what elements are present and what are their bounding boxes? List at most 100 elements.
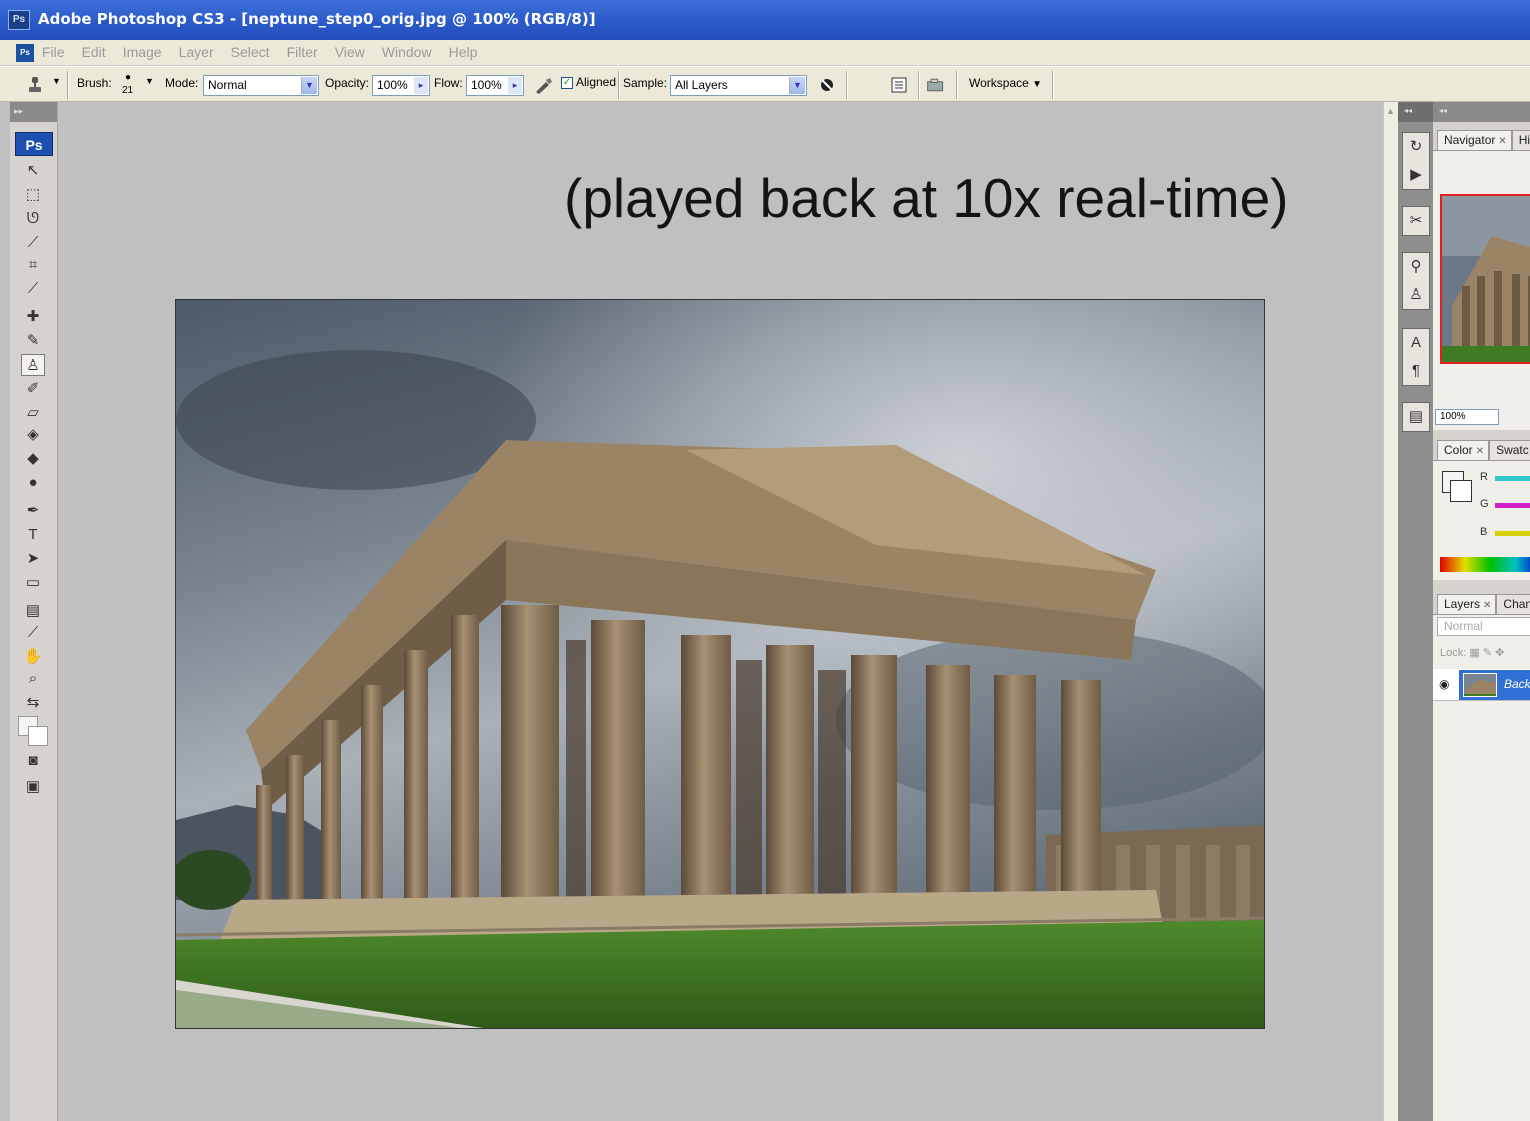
workspace-label: Workspace bbox=[969, 76, 1029, 90]
paragraph-panel-icon[interactable]: ¶ bbox=[1403, 357, 1429, 385]
document-icon[interactable]: Ps bbox=[16, 44, 34, 62]
chevron-down-icon[interactable]: ▼ bbox=[301, 77, 317, 94]
crop-tool-icon[interactable]: ⌗ bbox=[21, 254, 45, 276]
history-brush-tool-icon[interactable]: ✐ bbox=[21, 378, 45, 400]
airbrush-icon[interactable] bbox=[534, 76, 554, 94]
tool-presets-panel-icon[interactable]: ✂ bbox=[1403, 207, 1429, 235]
character-panel-icon[interactable]: A bbox=[1403, 329, 1429, 357]
dock-group-brushes: ⚲ ♙ bbox=[1402, 252, 1430, 310]
visibility-eye-icon[interactable]: ◉ bbox=[1439, 677, 1449, 691]
tab-swatches[interactable]: Swatc bbox=[1489, 440, 1530, 460]
ignore-adjustment-layers-icon[interactable] bbox=[817, 76, 837, 94]
chevron-down-icon[interactable]: ▼ bbox=[789, 77, 805, 94]
tab-navigator[interactable]: Navigator ✕ bbox=[1437, 130, 1512, 150]
brushes-panel-icon[interactable]: ⚲ bbox=[1403, 253, 1429, 281]
layer-row-background[interactable]: ◉ Back bbox=[1433, 669, 1530, 701]
clone-stamp-preset-icon[interactable] bbox=[26, 76, 46, 94]
tab-layers[interactable]: Layers ✕ bbox=[1437, 594, 1497, 614]
marquee-tool-icon[interactable]: ⬚ bbox=[21, 184, 45, 206]
opacity-value: 100% bbox=[377, 78, 408, 92]
healing-brush-tool-icon[interactable]: ✚ bbox=[21, 306, 45, 328]
sample-select[interactable]: All Layers ▼ bbox=[670, 75, 807, 96]
window-title: Adobe Photoshop CS3 - [neptune_step0_ori… bbox=[38, 10, 596, 28]
vertical-scrollbar[interactable]: ▲ bbox=[1383, 102, 1398, 1121]
opacity-field[interactable]: 100% ▸ bbox=[372, 75, 430, 96]
toolbox-grip[interactable]: ▸▸ bbox=[10, 102, 57, 122]
color-background-swatch[interactable] bbox=[1450, 480, 1472, 502]
tab-color[interactable]: Color ✕ bbox=[1437, 440, 1490, 460]
separator bbox=[956, 71, 958, 99]
menu-file[interactable]: File bbox=[42, 44, 74, 60]
lock-position-icon[interactable]: ✥ bbox=[1495, 647, 1504, 659]
palette-well-icon[interactable] bbox=[889, 76, 909, 94]
ps-badge[interactable]: Ps bbox=[15, 132, 53, 156]
navigator-thumbnail[interactable] bbox=[1440, 194, 1530, 364]
close-icon[interactable]: ✕ bbox=[1483, 600, 1491, 611]
lock-transparent-icon[interactable]: ▦ bbox=[1469, 647, 1479, 659]
channel-g-slider[interactable] bbox=[1495, 503, 1530, 508]
mode-select[interactable]: Normal ▼ bbox=[203, 75, 319, 96]
lasso-tool-icon[interactable]: ᘎ bbox=[21, 208, 45, 230]
path-selection-tool-icon[interactable]: ➤ bbox=[21, 548, 45, 570]
move-tool-icon[interactable]: ↖ bbox=[21, 160, 45, 182]
eyedropper-tool-icon[interactable]: ⟋ bbox=[21, 622, 45, 644]
screen-mode-icon[interactable]: ▣ bbox=[21, 776, 45, 798]
menu-edit[interactable]: Edit bbox=[82, 44, 115, 60]
paint-bucket-tool-icon[interactable]: ◈ bbox=[21, 424, 45, 446]
actions-panel-icon[interactable]: ▶ bbox=[1403, 161, 1429, 189]
zoom-tool-icon[interactable]: ⌕ bbox=[21, 668, 45, 690]
channel-b-slider[interactable] bbox=[1495, 531, 1530, 536]
dock-grip[interactable]: ◂◂ bbox=[1398, 102, 1433, 122]
tab-navigator-label: Navigator bbox=[1444, 133, 1496, 147]
type-tool-icon[interactable]: T bbox=[21, 524, 45, 546]
navigator-zoom-field[interactable]: 100% bbox=[1435, 409, 1499, 425]
pen-tool-icon[interactable]: ✒ bbox=[21, 500, 45, 522]
menu-view[interactable]: View bbox=[335, 44, 374, 60]
aligned-checkbox[interactable]: ✓ bbox=[561, 77, 573, 89]
bridge-icon[interactable] bbox=[926, 76, 946, 94]
background-color-swatch[interactable] bbox=[28, 726, 48, 746]
flow-slider-arrow-icon[interactable]: ▸ bbox=[508, 77, 522, 94]
menu-select[interactable]: Select bbox=[231, 44, 279, 60]
brush-tool-icon[interactable]: ✎ bbox=[21, 330, 45, 352]
tab-histogram[interactable]: Hi bbox=[1511, 130, 1530, 150]
separator bbox=[1052, 71, 1054, 99]
dodge-tool-icon[interactable]: ● bbox=[21, 472, 45, 494]
menu-window[interactable]: Window bbox=[382, 44, 441, 60]
clone-source-panel-icon[interactable]: ♙ bbox=[1403, 281, 1429, 309]
quick-mask-icon[interactable]: ◙ bbox=[21, 750, 45, 772]
eraser-tool-icon[interactable]: ▱ bbox=[21, 402, 45, 424]
lock-image-icon[interactable]: ✎ bbox=[1483, 647, 1492, 659]
blur-tool-icon[interactable]: ◆ bbox=[21, 448, 45, 470]
notes-tool-icon[interactable]: ▤ bbox=[21, 600, 45, 622]
opacity-slider-arrow-icon[interactable]: ▸ bbox=[414, 77, 428, 94]
magic-wand-tool-icon[interactable]: ⟋ bbox=[21, 232, 45, 254]
menu-image[interactable]: Image bbox=[123, 44, 171, 60]
menu-help[interactable]: Help bbox=[449, 44, 487, 60]
color-spectrum-bar[interactable] bbox=[1440, 557, 1530, 572]
lock-row: Lock: ▦ ✎ ✥ bbox=[1440, 646, 1504, 659]
clone-stamp-tool-icon[interactable]: ♙ bbox=[21, 354, 45, 376]
hand-tool-icon[interactable]: ✋ bbox=[21, 646, 45, 668]
document-canvas[interactable] bbox=[175, 299, 1265, 1029]
tab-channels[interactable]: Chan bbox=[1496, 594, 1530, 614]
menu-filter[interactable]: Filter bbox=[287, 44, 327, 60]
tool-preset-dropdown-icon[interactable]: ▼ bbox=[52, 76, 61, 86]
slice-tool-icon[interactable]: ⟋ bbox=[21, 278, 45, 300]
history-panel-icon[interactable]: ↻ bbox=[1403, 133, 1429, 161]
close-icon[interactable]: ✕ bbox=[1476, 446, 1484, 457]
scroll-up-arrow-icon[interactable]: ▲ bbox=[1386, 106, 1395, 116]
close-icon[interactable]: ✕ bbox=[1498, 136, 1506, 147]
brush-picker-dropdown-icon[interactable]: ▼ bbox=[145, 76, 154, 86]
channel-r-slider[interactable] bbox=[1495, 476, 1530, 481]
menu-layer[interactable]: Layer bbox=[179, 44, 223, 60]
swap-colors-icon[interactable]: ⇆ bbox=[21, 692, 45, 714]
aligned-label: Aligned bbox=[576, 75, 617, 89]
layer-blend-mode-select[interactable]: Normal bbox=[1437, 617, 1530, 636]
panels-grip[interactable]: ◂◂ bbox=[1433, 102, 1530, 122]
flow-field[interactable]: 100% ▸ bbox=[466, 75, 524, 96]
workspace-button[interactable]: Workspace ▼ bbox=[969, 76, 1042, 90]
layer-comps-panel-icon[interactable]: ▤ bbox=[1403, 403, 1429, 431]
brush-dot-icon[interactable]: ● bbox=[125, 72, 131, 83]
rectangle-tool-icon[interactable]: ▭ bbox=[21, 572, 45, 594]
